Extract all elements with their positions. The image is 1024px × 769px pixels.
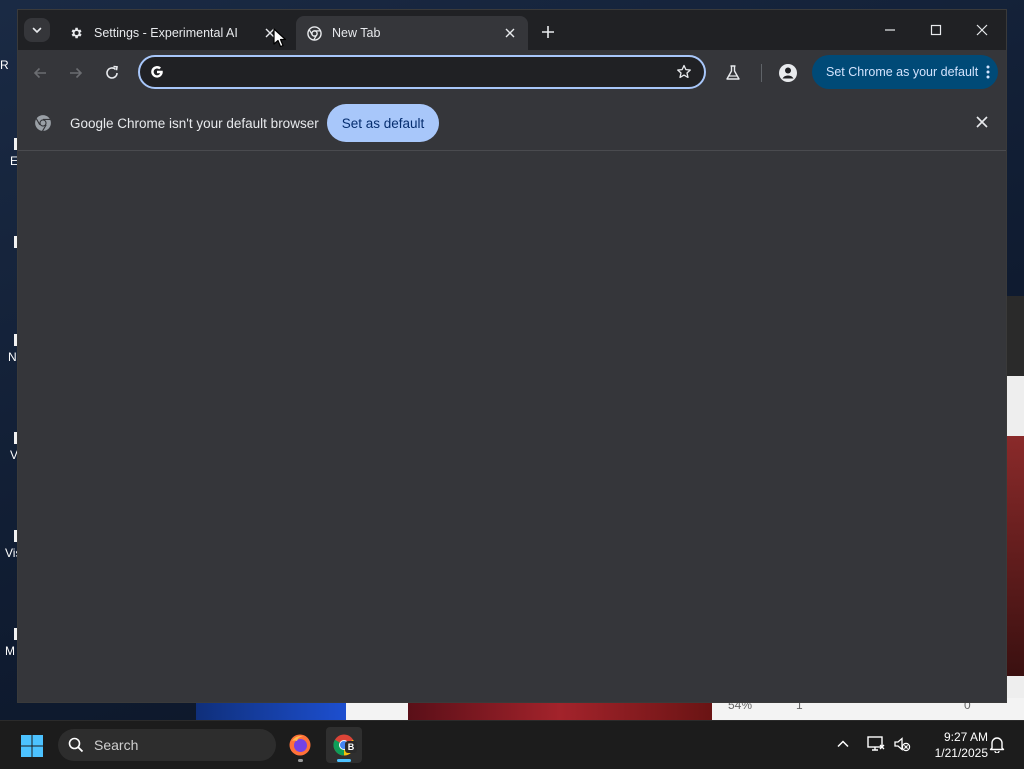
clock-time: 9:27 AM — [943, 730, 988, 744]
google-icon — [151, 66, 163, 78]
taskbar-app-firefox[interactable] — [282, 727, 318, 763]
set-chrome-default-label: Set Chrome as your default — [826, 65, 979, 79]
tab-search-button[interactable] — [24, 18, 50, 42]
taskbar: Search B 9:27 AM 1/21/2025 — [0, 720, 1024, 769]
gear-icon — [68, 25, 84, 41]
desktop-icon[interactable]: E — [4, 138, 22, 168]
desktop-icon[interactable]: V — [4, 432, 22, 462]
tab-strip: Settings - Experimental AI New Tab — [18, 10, 1006, 50]
set-as-default-button[interactable]: Set as default — [327, 104, 439, 142]
tab-title: Settings - Experimental AI — [94, 26, 238, 40]
toolbar: Set Chrome as your default — [18, 50, 1006, 96]
tab-settings[interactable]: Settings - Experimental AI — [58, 16, 288, 50]
chrome-icon — [306, 25, 322, 41]
firefox-icon — [289, 734, 311, 756]
running-indicator — [298, 759, 303, 762]
infobar-message: Google Chrome isn't your default browser — [70, 116, 319, 131]
network-monitor-icon[interactable] — [866, 735, 886, 753]
minimize-icon — [885, 29, 895, 31]
new-tab-button[interactable] — [536, 20, 560, 44]
desktop-icon[interactable] — [4, 236, 22, 248]
active-indicator — [337, 759, 351, 762]
clock-date: 1/21/2025 — [934, 746, 988, 760]
search-label: Search — [94, 737, 139, 753]
close-window-button[interactable] — [962, 16, 1002, 44]
desktop-icon-label: R — [0, 58, 9, 72]
forward-arrow-icon — [70, 67, 83, 79]
bookmark-star-icon[interactable] — [676, 64, 692, 80]
desktop-icon[interactable]: M — [4, 628, 22, 658]
speaker-muted-icon[interactable] — [893, 735, 911, 753]
tab-title: New Tab — [332, 26, 381, 40]
close-tab-icon[interactable] — [502, 25, 518, 41]
page-content[interactable] — [18, 151, 1006, 702]
tab-new-tab[interactable]: New Tab — [296, 16, 528, 50]
profile-avatar-icon[interactable] — [778, 63, 798, 83]
profile-badge: B — [345, 741, 357, 753]
taskbar-search[interactable]: Search — [58, 729, 276, 761]
minimize-button[interactable] — [870, 16, 910, 44]
desktop-icon[interactable]: N — [4, 334, 22, 364]
back-button[interactable] — [26, 60, 54, 86]
forward-button[interactable] — [62, 60, 90, 86]
search-icon — [68, 737, 84, 753]
maximize-icon — [930, 24, 942, 36]
default-browser-infobar: Google Chrome isn't your default browser… — [18, 96, 1006, 151]
mouse-pointer-icon — [273, 28, 287, 48]
plus-icon — [542, 26, 554, 38]
desktop-icon[interactable]: Vis — [4, 530, 22, 560]
reload-icon — [106, 65, 118, 79]
notification-bell-icon[interactable] — [988, 735, 1006, 753]
windows-start-icon[interactable] — [20, 734, 44, 758]
maximize-button[interactable] — [916, 16, 956, 44]
chevron-down-icon — [32, 27, 42, 34]
labs-flask-icon[interactable] — [724, 64, 742, 82]
chrome-icon — [35, 115, 51, 132]
taskbar-app-chrome[interactable]: B — [326, 727, 362, 763]
desktop-icon-label: V — [10, 448, 19, 462]
more-menu-icon[interactable] — [986, 65, 990, 79]
chrome-window: Settings - Experimental AI New Tab Set C… — [18, 10, 1006, 702]
close-icon — [976, 24, 988, 36]
close-icon[interactable] — [976, 116, 988, 128]
omnibox[interactable] — [138, 55, 706, 89]
back-arrow-icon — [33, 67, 46, 79]
reload-button[interactable] — [98, 60, 126, 86]
address-input[interactable] — [176, 62, 660, 84]
set-chrome-default-button[interactable]: Set Chrome as your default — [812, 55, 998, 89]
chevron-up-icon[interactable] — [836, 737, 850, 751]
system-clock[interactable]: 9:27 AM 1/21/2025 — [918, 729, 988, 761]
background-window[interactable] — [1006, 296, 1024, 720]
desktop-icon-label: M — [5, 644, 15, 658]
desktop-icon-label: E — [10, 154, 19, 168]
toolbar-divider — [761, 64, 762, 82]
desktop-icon-label: N — [8, 350, 17, 364]
